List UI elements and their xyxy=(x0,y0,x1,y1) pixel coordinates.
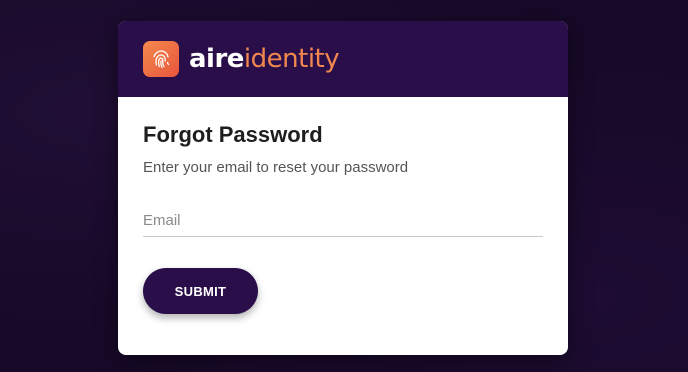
submit-button[interactable]: SUBMIT xyxy=(143,268,258,315)
form-body: Forgot Password Enter your email to rese… xyxy=(118,97,568,315)
email-field[interactable] xyxy=(143,212,543,230)
brand-name-part2: identity xyxy=(243,44,340,74)
email-field-wrapper xyxy=(143,212,543,238)
page-title: Forgot Password xyxy=(143,122,323,147)
fingerprint-icon xyxy=(143,41,179,77)
brand-header: aireidentity xyxy=(118,21,568,97)
brand-logo-text: aireidentity xyxy=(189,44,340,74)
forgot-password-card: aireidentity Forgot Password Enter your … xyxy=(118,21,568,355)
brand-name-part1: aire xyxy=(189,44,244,74)
page-subtitle: Enter your email to reset your password xyxy=(143,159,409,177)
